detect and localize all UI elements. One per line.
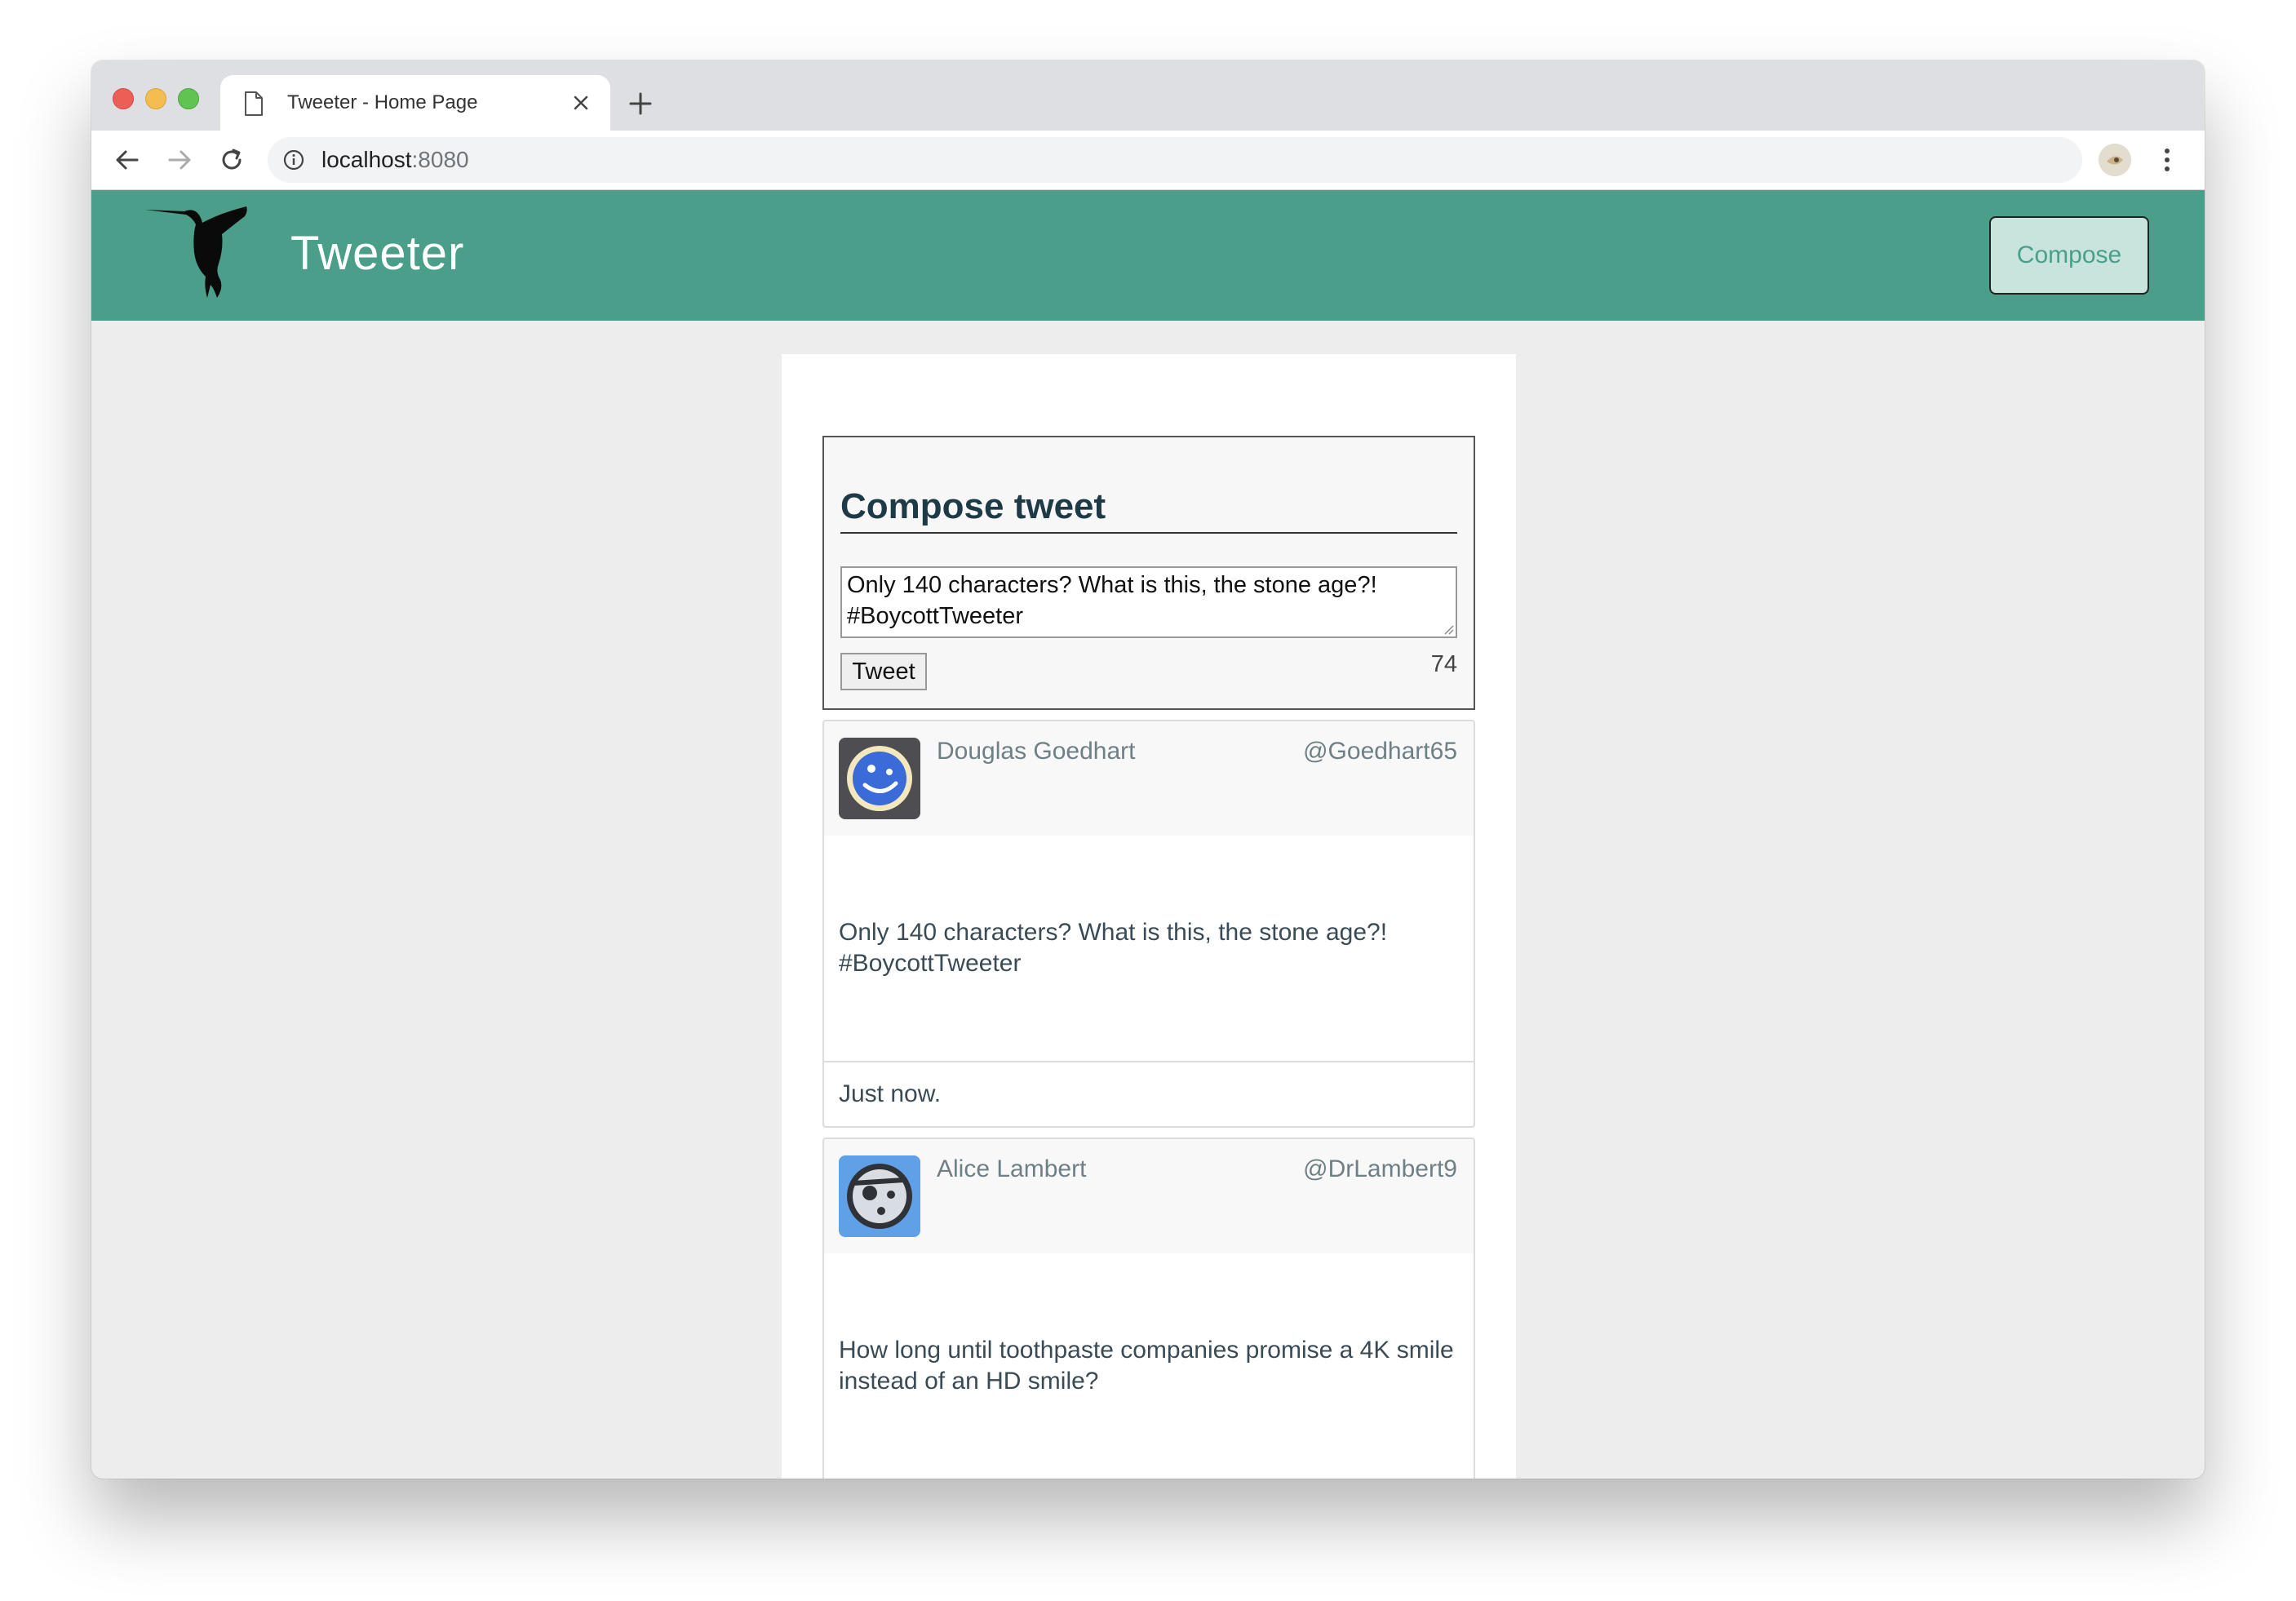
reload-icon[interactable] <box>215 144 248 176</box>
tweet-timestamp: Just now. <box>839 1080 942 1107</box>
app-header: Tweeter Compose <box>91 190 2205 321</box>
hummingbird-logo <box>145 206 247 298</box>
character-counter: 74 <box>1430 651 1457 677</box>
tweet-textarea[interactable]: Only 140 characters? What is this, the s… <box>840 566 1457 638</box>
plus-icon[interactable] <box>627 90 654 118</box>
author-name: Alice Lambert <box>937 1155 1087 1182</box>
compose-tweet-panel: Compose tweet Only 140 characters? What … <box>822 436 1475 710</box>
browser-window: Tweeter - Home Page localhost:8080 Tweet… <box>91 60 2205 1479</box>
browser-toolbar: localhost:8080 <box>91 131 2205 190</box>
tweet-text: How long until toothpaste companies prom… <box>839 1337 1454 1395</box>
compose-tweet-title: Compose tweet <box>840 486 1106 526</box>
maximize-window-button[interactable] <box>178 88 199 109</box>
tweet-text: Only 140 characters? What is this, the s… <box>839 919 1388 977</box>
back-arrow-icon[interactable] <box>111 144 144 176</box>
info-icon[interactable] <box>282 149 305 171</box>
close-window-button[interactable] <box>113 88 134 109</box>
author-handle: @Goedhart65 <box>1303 738 1457 765</box>
kebab-menu-icon[interactable] <box>2157 144 2177 176</box>
profile-avatar[interactable] <box>2099 144 2131 176</box>
close-icon[interactable] <box>570 91 592 114</box>
forward-arrow-icon[interactable] <box>163 144 196 176</box>
tweet-header: Douglas Goedhart @Goedhart65 <box>824 721 1474 836</box>
browser-tab[interactable]: Tweeter - Home Page <box>220 75 610 131</box>
tweet-footer: Just now. <box>824 1061 1474 1126</box>
tweet-card: Alice Lambert @DrLambert9 How long until… <box>822 1138 1475 1479</box>
app-brand-title[interactable]: Tweeter <box>290 226 464 281</box>
minimize-window-button[interactable] <box>145 88 166 109</box>
tweet-header: Alice Lambert @DrLambert9 <box>824 1139 1474 1253</box>
user-avatar <box>839 1155 920 1237</box>
author-handle: @DrLambert9 <box>1303 1155 1457 1182</box>
tweet-card: Douglas Goedhart @Goedhart65 Only 140 ch… <box>822 720 1475 1128</box>
main-column: Compose tweet Only 140 characters? What … <box>782 354 1516 1479</box>
compose-button[interactable]: Compose <box>1989 216 2149 295</box>
tweet-submit-button[interactable]: Tweet <box>840 653 927 690</box>
user-avatar <box>839 738 920 819</box>
author-name: Douglas Goedhart <box>937 738 1136 765</box>
address-bar[interactable]: localhost:8080 <box>268 137 2082 183</box>
tab-strip: Tweeter - Home Page <box>91 60 2205 131</box>
tab-title: Tweeter - Home Page <box>287 91 478 113</box>
document-icon <box>245 91 263 116</box>
url-text[interactable]: localhost:8080 <box>321 147 469 173</box>
resize-grip-icon[interactable] <box>1443 623 1454 635</box>
compose-divider <box>840 532 1457 534</box>
